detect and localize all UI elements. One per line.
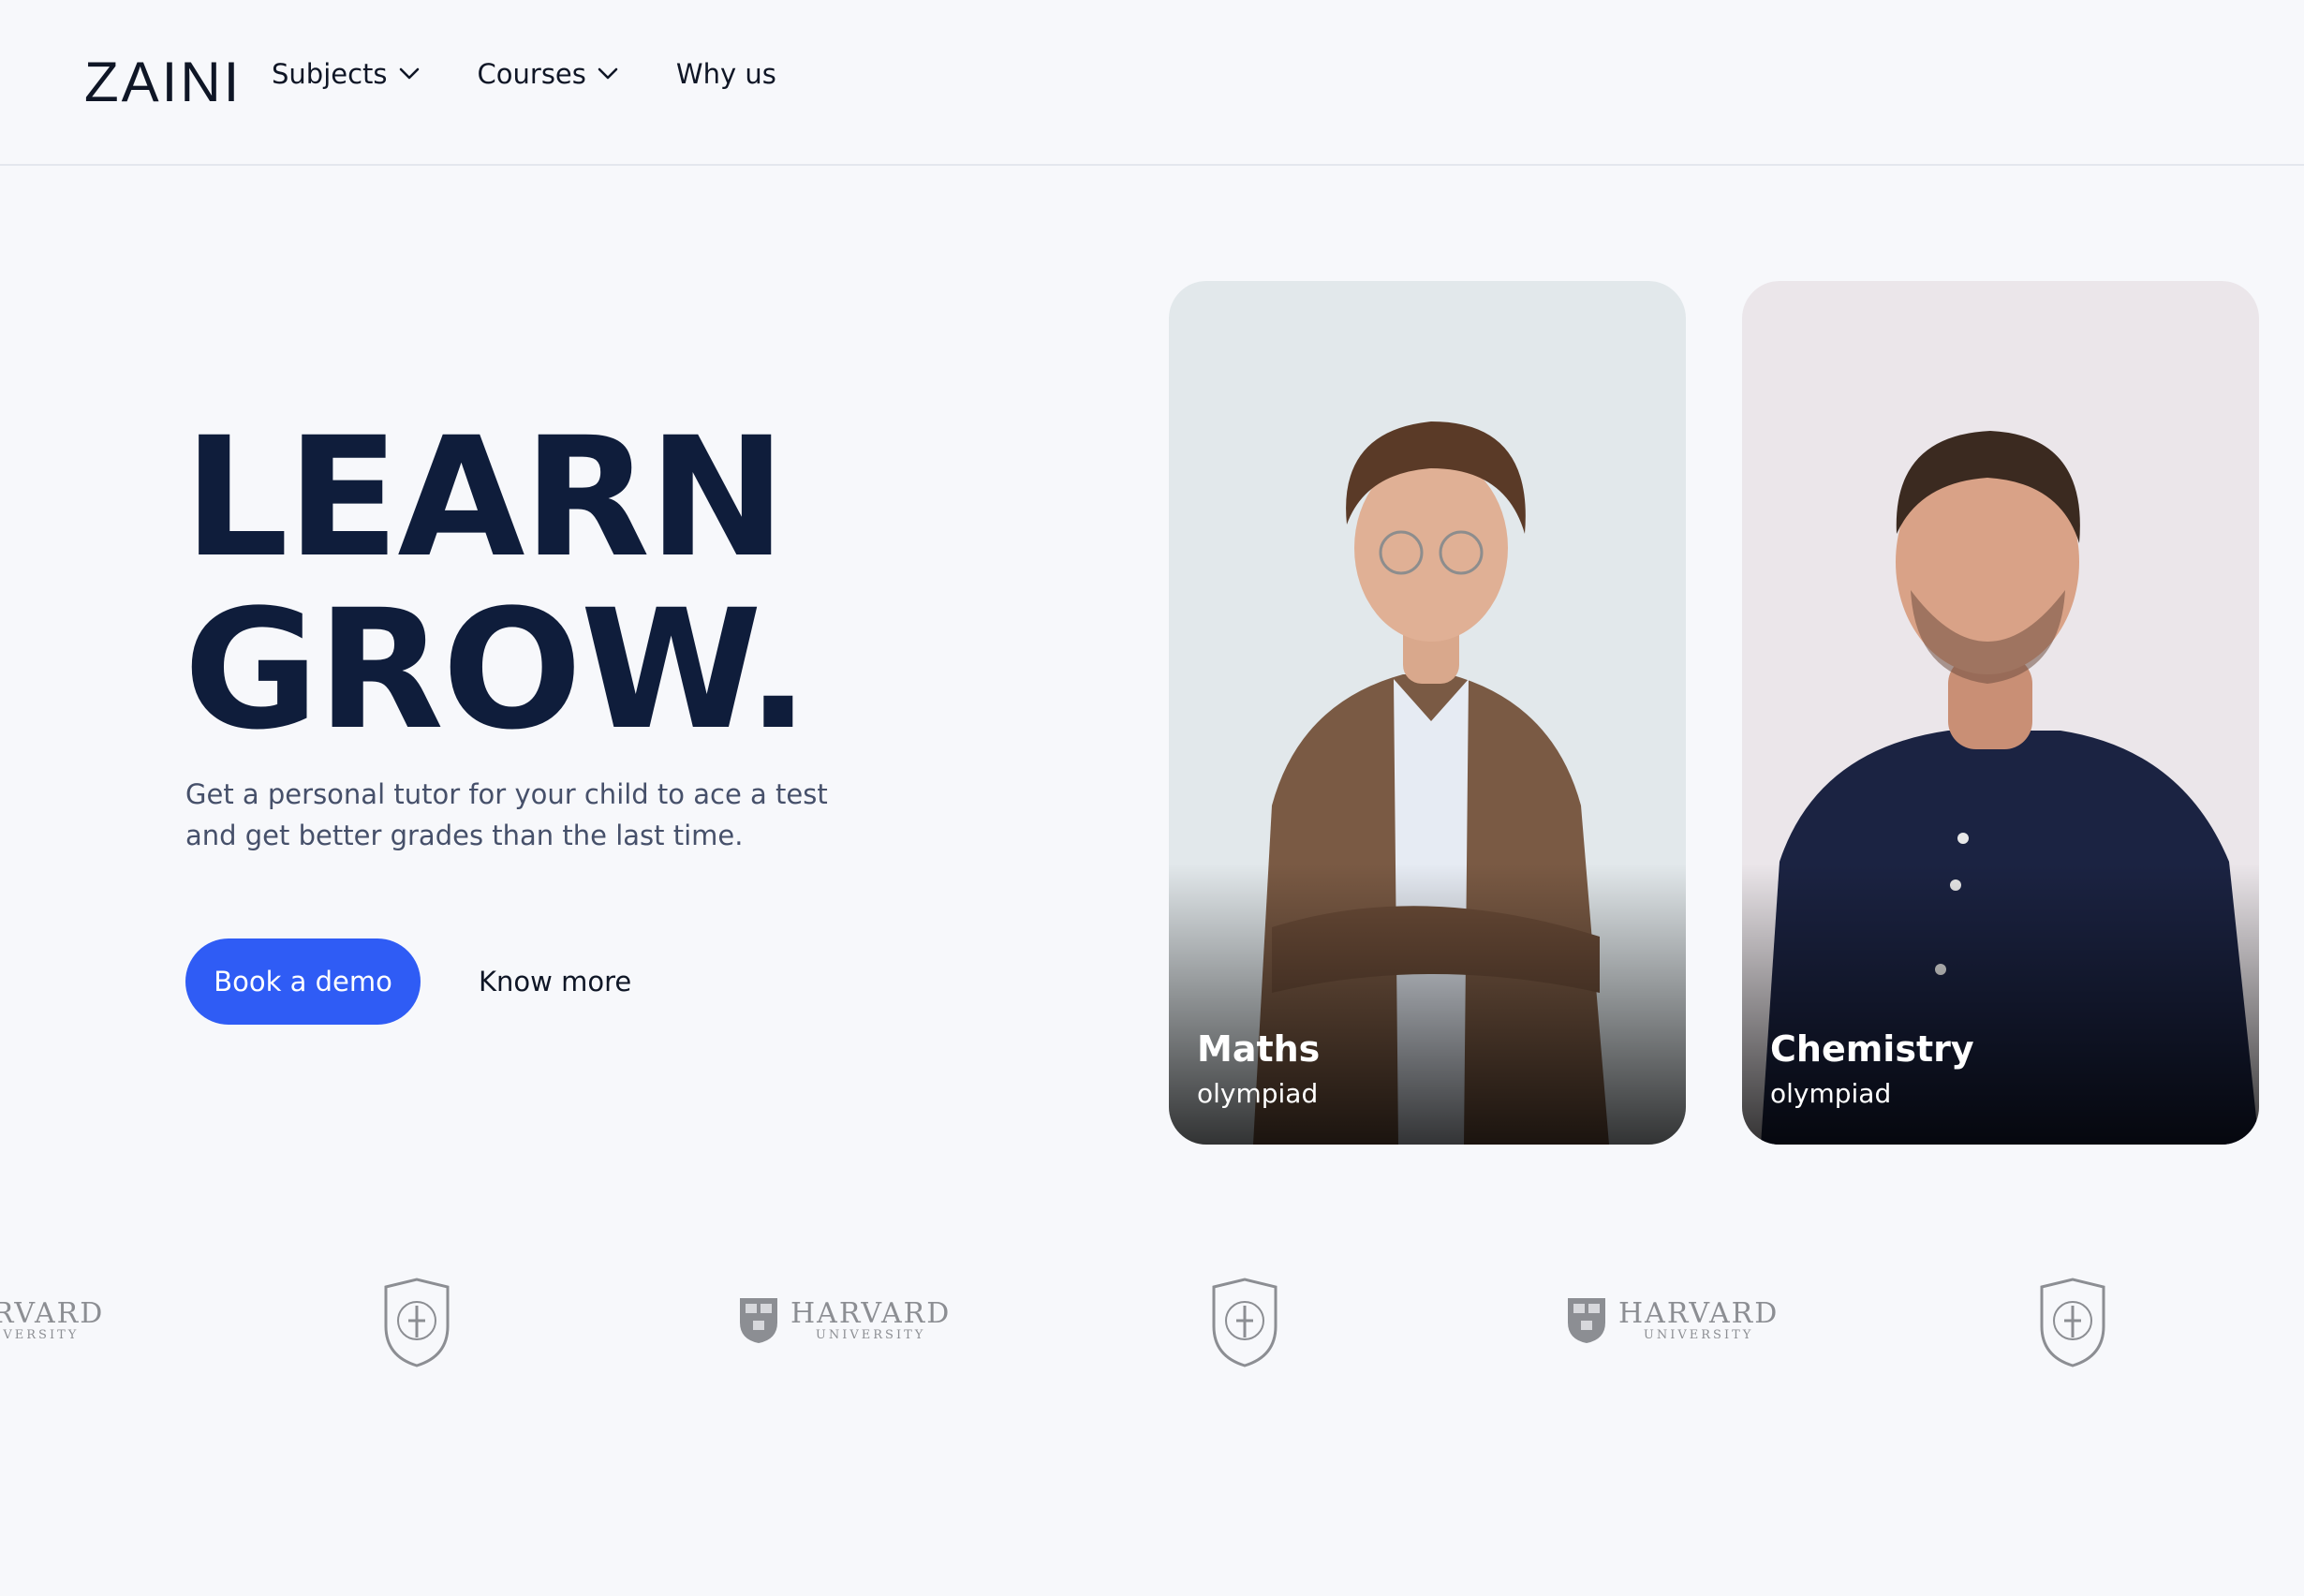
harvard-subtext: UNIVERSITY bbox=[0, 1328, 80, 1342]
harvard-wordmark: HARVARD bbox=[790, 1297, 952, 1330]
hero-title-line-1: LEARN bbox=[184, 402, 786, 594]
hero-subtitle: Get a personal tutor for your child to a… bbox=[185, 778, 828, 851]
hero-title: LEARN GROW. bbox=[184, 402, 809, 766]
main-nav: Subjects Courses Why us bbox=[272, 58, 834, 90]
school-crest-icon bbox=[2040, 1278, 2105, 1367]
know-more-link[interactable]: Know more bbox=[479, 966, 631, 998]
harvard-logo: HARVARD UNIVERSITY bbox=[1566, 1274, 1779, 1367]
card-title: Maths bbox=[1197, 1028, 1321, 1070]
school-crest-icon bbox=[1212, 1278, 1278, 1367]
harvard-wordmark: HARVARD bbox=[1618, 1297, 1780, 1330]
nav-item-label: Courses bbox=[477, 58, 586, 90]
partner-logos: HARVARD UNIVERSITY HARVARD UNIVERSITY bbox=[0, 1274, 2304, 1396]
harvard-logo: HARVARD UNIVERSITY bbox=[738, 1274, 951, 1367]
harvard-subtext: UNIVERSITY bbox=[1643, 1328, 1754, 1342]
school-crest-icon bbox=[384, 1278, 450, 1367]
chevron-down-icon bbox=[399, 67, 419, 80]
nav-item-courses[interactable]: Courses bbox=[478, 58, 618, 90]
brand-logo[interactable]: ZAINI bbox=[84, 54, 242, 111]
cta-row: Book a demo Know more bbox=[185, 938, 631, 1025]
harvard-shield-icon bbox=[740, 1298, 777, 1343]
nav-item-label: Subjects bbox=[272, 58, 388, 90]
crest-logo bbox=[1208, 1278, 1281, 1371]
harvard-wordmark: HARVARD bbox=[0, 1297, 105, 1330]
crest-logo bbox=[2036, 1278, 2109, 1371]
chevron-down-icon bbox=[598, 67, 618, 80]
hero-title-line-2: GROW. bbox=[184, 574, 809, 766]
nav-item-label: Why us bbox=[675, 58, 776, 90]
nav-item-subjects[interactable]: Subjects bbox=[272, 58, 420, 90]
card-subtitle: olympiad bbox=[1197, 1078, 1319, 1109]
crest-logo bbox=[380, 1278, 453, 1371]
card-title: Chemistry bbox=[1770, 1028, 1974, 1070]
book-demo-button[interactable]: Book a demo bbox=[185, 938, 421, 1025]
harvard-shield-icon bbox=[1568, 1298, 1605, 1343]
subject-card-maths[interactable]: Maths olympiad bbox=[1169, 281, 1686, 1145]
nav-item-why-us[interactable]: Why us bbox=[676, 58, 776, 90]
card-subtitle: olympiad bbox=[1770, 1078, 1892, 1109]
site-header: ZAINI Subjects Courses Why us bbox=[0, 0, 2304, 166]
harvard-subtext: UNIVERSITY bbox=[815, 1328, 926, 1342]
harvard-logo: HARVARD UNIVERSITY bbox=[0, 1274, 104, 1367]
subject-card-chemistry[interactable]: Chemistry olympiad bbox=[1742, 281, 2259, 1145]
